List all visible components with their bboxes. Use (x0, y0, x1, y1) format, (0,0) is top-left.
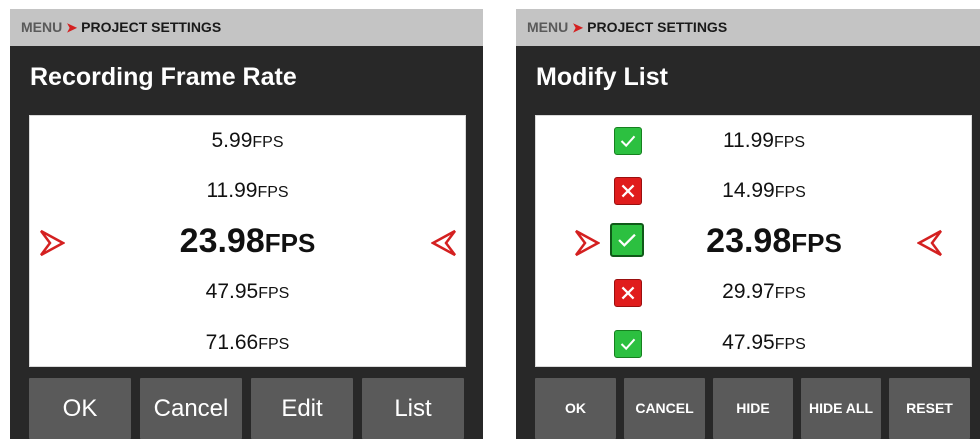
button-bar: OK Cancel Edit List (10, 378, 483, 439)
selected-list-item[interactable]: 23.98FPS (664, 221, 884, 263)
enabled-checkbox-icon[interactable] (614, 330, 642, 358)
disabled-checkbox-icon[interactable] (614, 177, 642, 205)
modify-list-panel: MENU ➤ PROJECT SETTINGS Modify List 11.99F… (516, 9, 980, 439)
frame-rate-list[interactable]: 5.99FPS 11.99FPS 23.98FPS 47.95FPS 71.66… (29, 115, 466, 367)
ok-button[interactable]: OK (535, 378, 616, 439)
hide-all-button[interactable]: HIDE ALL (801, 378, 881, 439)
breadcrumb: MENU ➤ PROJECT SETTINGS (516, 9, 980, 46)
list-item-unit: FPS (773, 134, 806, 151)
breadcrumb: MENU ➤ PROJECT SETTINGS (10, 9, 483, 46)
breadcrumb-separator-icon: ➤ (572, 20, 584, 35)
selected-list-item[interactable]: 23.98FPS (30, 221, 465, 263)
button-bar: OK CANCEL HIDE HIDE ALL RESET (516, 378, 980, 439)
cancel-button[interactable]: CANCEL (624, 378, 705, 439)
selection-arrow-left-icon (917, 229, 943, 257)
breadcrumb-separator-icon: ➤ (66, 20, 78, 35)
breadcrumb-page: PROJECT SETTINGS (81, 19, 222, 35)
list-item-unit: FPS (258, 336, 290, 353)
list-item-unit: FPS (774, 285, 806, 302)
list-item-unit: FPS (264, 228, 316, 258)
list-item-value: 29.97 (722, 280, 775, 303)
breadcrumb-page: PROJECT SETTINGS (587, 19, 728, 35)
ok-button[interactable]: OK (29, 378, 131, 439)
breadcrumb-menu[interactable]: MENU (21, 19, 62, 35)
list-item-unit: FPS (774, 336, 806, 353)
list-item[interactable]: 5.99FPS (30, 126, 465, 158)
list-item[interactable]: 11.99FPS (30, 176, 465, 208)
page-title: Modify List (536, 63, 668, 91)
list-button[interactable]: List (362, 378, 464, 439)
list-item-value: 5.99 (211, 129, 253, 152)
list-item-value: 23.98 (706, 222, 792, 260)
list-item-unit: FPS (774, 184, 806, 201)
selection-arrow-right-icon (39, 229, 65, 257)
cancel-button[interactable]: Cancel (140, 378, 242, 439)
list-item-unit: FPS (791, 228, 842, 258)
list-item-value: 11.99 (206, 179, 258, 202)
edit-button[interactable]: Edit (251, 378, 353, 439)
list-item-value: 23.98 (179, 222, 265, 260)
list-item-value: 71.66 (205, 331, 259, 354)
selection-arrow-right-icon (574, 229, 600, 257)
list-item-unit: FPS (252, 134, 284, 151)
list-item-value: 14.99 (722, 179, 775, 202)
breadcrumb-menu[interactable]: MENU (527, 19, 568, 35)
modify-list[interactable]: 11.99FPS 14.99FPS 23.98FPS 29.97FPS 47.9… (535, 115, 972, 367)
frame-rate-panel: MENU ➤ PROJECT SETTINGS Recording Frame Ra… (10, 9, 483, 439)
disabled-checkbox-icon[interactable] (614, 279, 642, 307)
list-item-value: 47.95 (205, 280, 259, 303)
list-item-unit: FPS (258, 285, 290, 302)
list-item[interactable]: 47.95FPS (654, 328, 874, 360)
list-item-unit: FPS (257, 184, 289, 201)
enabled-checkbox-icon[interactable] (614, 127, 642, 155)
list-item-value: 47.95 (722, 331, 775, 354)
list-item[interactable]: 71.66FPS (30, 328, 465, 360)
page-title: Recording Frame Rate (30, 63, 297, 91)
list-item[interactable]: 14.99FPS (654, 176, 874, 208)
list-item-value: 11.99 (722, 129, 774, 152)
list-item[interactable]: 47.95FPS (30, 277, 465, 309)
hide-button[interactable]: HIDE (713, 378, 793, 439)
enabled-checkbox-icon[interactable] (610, 223, 644, 257)
list-item[interactable]: 11.99FPS (654, 126, 874, 158)
list-item[interactable]: 29.97FPS (654, 277, 874, 309)
selection-arrow-left-icon (431, 229, 457, 257)
reset-button[interactable]: RESET (889, 378, 970, 439)
